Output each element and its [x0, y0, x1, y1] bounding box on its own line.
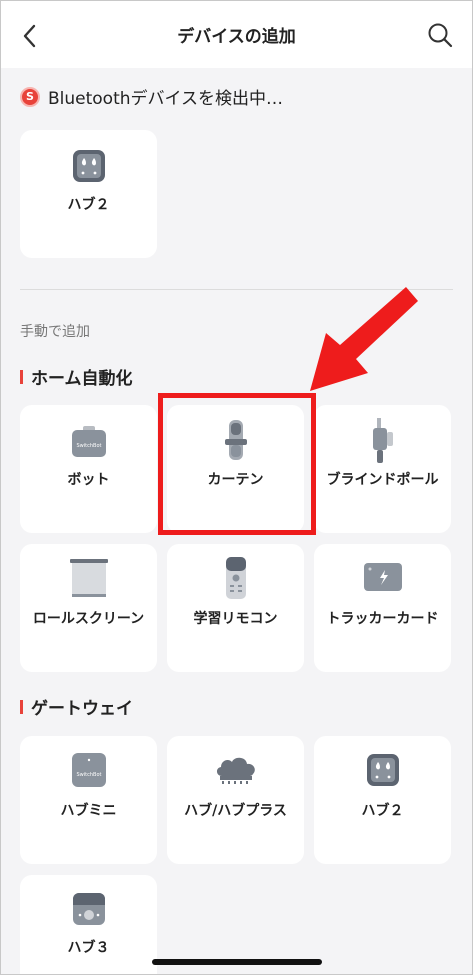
- bluetooth-status: S Bluetoothデバイスを検出中…: [20, 84, 283, 109]
- hub3-icon: [72, 893, 105, 925]
- device-card-hub3[interactable]: ハブ３: [20, 875, 157, 975]
- device-card-remote[interactable]: 学習リモコン: [167, 544, 304, 672]
- device-card-label: ボット: [67, 472, 110, 488]
- device-card-label: ハブミニ: [60, 803, 117, 819]
- device-card-label: ハブ２: [67, 197, 110, 213]
- remote-icon: [225, 557, 246, 599]
- device-card-label: トラッカーカード: [326, 611, 439, 627]
- manual-add-label: 手動で追加: [20, 324, 90, 340]
- cloud-hub-icon: [216, 757, 255, 784]
- roller-shade-icon: [69, 559, 108, 597]
- section-accent-bar: [20, 699, 23, 714]
- device-card-bot[interactable]: SwitchBot ボット: [20, 405, 157, 533]
- svg-text:SwitchBot: SwitchBot: [76, 443, 101, 449]
- section-title-text: ゲートウェイ: [31, 699, 133, 719]
- page-title: デバイスの追加: [177, 26, 296, 47]
- nav-header: デバイスの追加: [0, 0, 473, 68]
- bot-icon: SwitchBot: [71, 426, 106, 457]
- highlight-box: [158, 393, 316, 535]
- device-card-label: ハブ３: [67, 940, 110, 956]
- device-card-hub2-bluetooth[interactable]: ハブ２: [20, 130, 157, 258]
- search-icon[interactable]: [427, 22, 453, 48]
- hub2-icon: [72, 150, 105, 182]
- svg-text:SwitchBot: SwitchBot: [76, 772, 101, 778]
- bluetooth-badge: S: [20, 86, 40, 107]
- chevron-left-icon[interactable]: [18, 22, 42, 50]
- device-card-hub-mini[interactable]: SwitchBot ハブミニ: [20, 736, 157, 864]
- home-indicator: [152, 959, 322, 965]
- section-accent-bar: [20, 369, 23, 384]
- hub-mini-icon: SwitchBot: [71, 753, 106, 787]
- device-card-label: 学習リモコン: [193, 611, 278, 627]
- red-arrow-icon: [310, 287, 418, 391]
- device-card-hub2[interactable]: ハブ２: [314, 736, 451, 864]
- device-card-roller-shade[interactable]: ロールスクリーン: [20, 544, 157, 672]
- device-card-hub-plus[interactable]: ハブ/ハブプラス: [167, 736, 304, 864]
- section-title-text: ホーム自動化: [31, 369, 133, 389]
- device-card-label: ロールスクリーン: [32, 611, 145, 627]
- device-card-tracker-card[interactable]: トラッカーカード: [314, 544, 451, 672]
- device-card-label: ブラインドポール: [326, 472, 439, 488]
- device-card-label: ハブ/ハブプラス: [184, 803, 287, 819]
- device-card-blind-tilt[interactable]: ブラインドポール: [314, 405, 451, 533]
- section-title-home-automation: ホーム自動化: [20, 364, 133, 389]
- hub2-icon: [366, 754, 399, 786]
- tracker-card-icon: [363, 563, 402, 591]
- section-title-gateway: ゲートウェイ: [20, 694, 133, 719]
- device-card-label: ハブ２: [361, 803, 404, 819]
- blind-tilt-icon: [372, 418, 393, 463]
- bluetooth-status-text: Bluetoothデバイスを検出中…: [48, 89, 284, 109]
